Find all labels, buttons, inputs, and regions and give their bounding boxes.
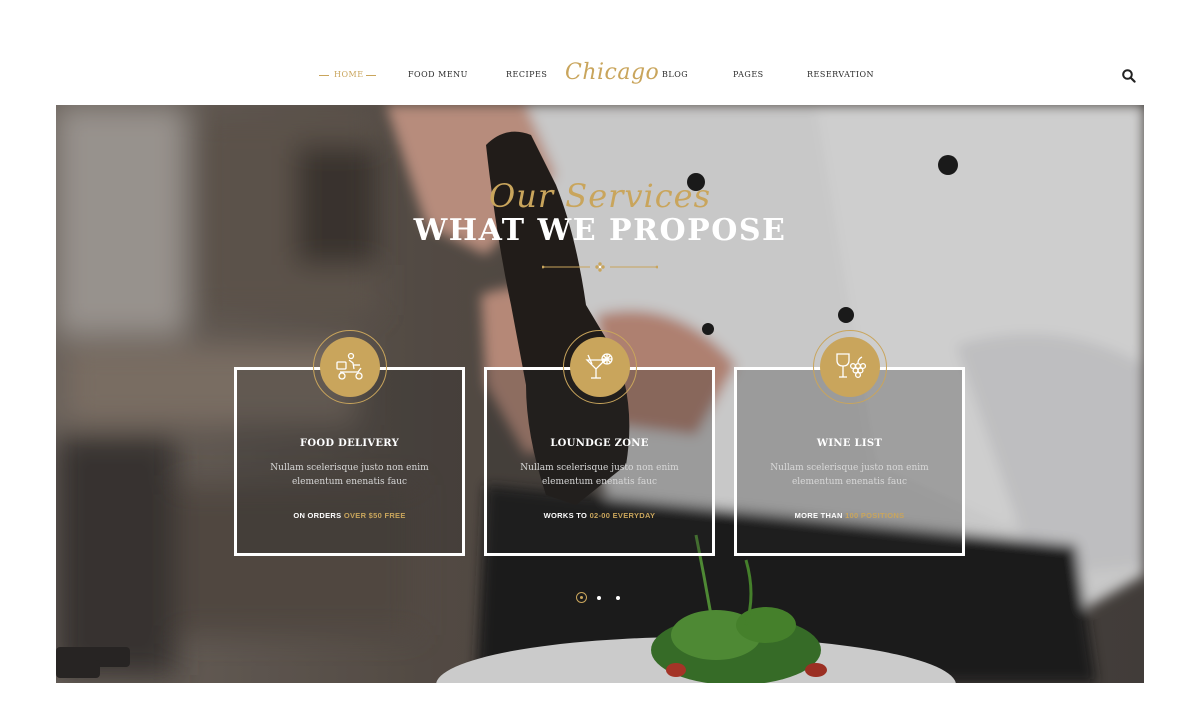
service-footer-highlight: OVER $50 FREE [343,511,406,520]
nav-item-pages[interactable]: PAGES [733,70,764,79]
service-description: Nullam scelerisque justo non enim elemen… [770,463,929,487]
nav-item-recipes[interactable]: RECIPES [506,70,547,79]
service-footer-prefix: ON ORDERS [293,511,344,520]
nav-item-reservation[interactable]: RESERVATION [807,70,874,79]
service-description: Nullam scelerisque justo non enim elemen… [270,463,429,487]
service-description: Nullam scelerisque justo non enim elemen… [520,463,679,487]
nav-item-blog[interactable]: BLOG [662,70,688,79]
cocktail-glass-icon [585,353,613,379]
search-icon[interactable] [1121,68,1137,84]
service-badge [813,330,887,404]
service-footer: MORE THAN 100 POSITIONS [737,511,962,520]
service-footer-highlight: 100 POSITIONS [845,511,905,520]
nav-item-food-menu[interactable]: FOOD MENU [408,70,468,79]
slider-dot-1[interactable] [576,592,587,603]
service-footer-prefix: WORKS TO [543,511,590,520]
section-script-title: Our Services [488,177,712,215]
service-footer: ON ORDERS OVER $50 FREE [237,511,462,520]
service-footer: WORKS TO 02-00 EVERYDAY [487,511,712,520]
nav-item-home[interactable]: HOME [334,70,364,79]
section-title: WHAT WE PROPOSE [413,213,787,248]
flower-ornament-icon [542,262,658,272]
top-navigation: HOME FOOD MENU RECIPES Chicago BLOG PAGE… [0,0,1200,105]
delivery-scooter-icon [336,352,363,380]
service-title: FOOD DELIVERY [299,438,400,449]
wine-grapes-icon [836,353,866,379]
active-nav-dash-left [319,75,329,76]
service-footer-prefix: MORE THAN [794,511,846,520]
service-badge [313,330,387,404]
slider-dot-3[interactable] [616,596,620,600]
brand-logo[interactable]: Chicago [565,60,659,85]
service-title: LOUNDGE ZONE [550,438,649,449]
service-footer-highlight: 02-00 EVERYDAY [589,511,656,520]
active-nav-dash-right [366,75,376,76]
services-hero: Our Services WHAT WE PROPOSE FOOD DELIVE… [56,105,1144,683]
service-title: WINE LIST [816,438,883,449]
service-badge [563,330,637,404]
slider-dot-2[interactable] [597,596,601,600]
